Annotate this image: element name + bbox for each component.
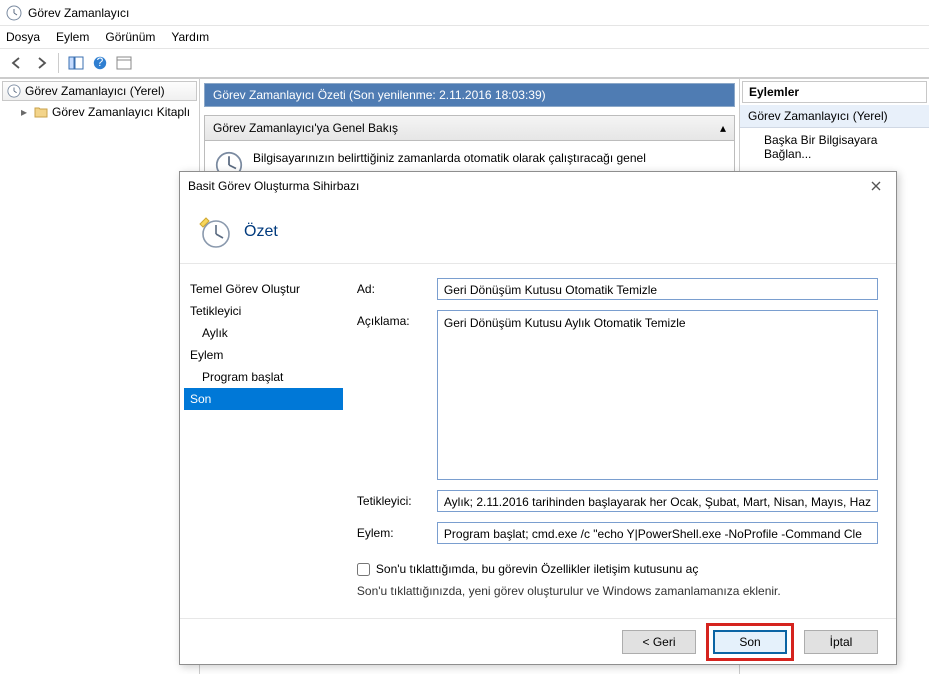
back-button[interactable] (6, 52, 28, 74)
svg-text:?: ? (97, 56, 104, 69)
wizard-header: Özet (180, 200, 896, 264)
tree-expand-icon[interactable]: ▸ (18, 105, 30, 119)
actions-section: Görev Zamanlayıcı (Yerel) (740, 105, 929, 128)
wizard-form: Ad: Geri Dönüşüm Kutusu Otomatik Temizle… (347, 264, 896, 618)
nav-action[interactable]: Eylem (184, 344, 343, 366)
toolbar-divider (58, 53, 59, 73)
cancel-button[interactable]: İptal (804, 630, 878, 654)
forward-button[interactable] (30, 52, 52, 74)
action-connect[interactable]: Başka Bir Bilgisayara Bağlan... (740, 128, 929, 166)
nav-create-task[interactable]: Temel Görev Oluştur (184, 278, 343, 300)
wizard-title: Basit Görev Oluşturma Sihirbazı (188, 179, 359, 193)
finish-highlight: Son (706, 623, 794, 661)
toolbar: ? (0, 48, 929, 78)
wizard-body: Temel Görev Oluştur Tetikleyici Aylık Ey… (180, 264, 896, 618)
label-name: Ad: (357, 278, 429, 296)
action-label: Başka Bir Bilgisayara Bağlan... (764, 133, 921, 161)
nav-finish[interactable]: Son (184, 388, 343, 410)
create-task-wizard: Basit Görev Oluşturma Sihirbazı Özet Tem… (179, 171, 897, 665)
folder-icon (34, 105, 48, 119)
trigger-field: Aylık; 2.11.2016 tarihinden başlayarak h… (437, 490, 878, 512)
open-properties-row: Son'u tıklattığımda, bu görevin Özellikl… (357, 562, 878, 576)
checkbox-label: Son'u tıklattığımda, bu görevin Özellikl… (376, 562, 698, 576)
properties-button[interactable] (113, 52, 135, 74)
wizard-titlebar: Basit Görev Oluşturma Sihirbazı (180, 172, 896, 200)
open-properties-checkbox[interactable] (357, 563, 370, 576)
row-trigger: Tetikleyici: Aylık; 2.11.2016 tarihinden… (357, 490, 878, 512)
wizard-buttons: < Geri Son İptal (180, 618, 896, 664)
action-field: Program başlat; cmd.exe /c "echo Y|Power… (437, 522, 878, 544)
menu-bar: Dosya Eylem Görünüm Yardım (0, 26, 929, 48)
back-button[interactable]: < Geri (622, 630, 696, 654)
label-action: Eylem: (357, 522, 429, 540)
wizard-nav: Temel Görev Oluştur Tetikleyici Aylık Ey… (180, 264, 347, 618)
menu-view[interactable]: Görünüm (105, 30, 155, 44)
tree-panel: Görev Zamanlayıcı (Yerel) ▸ Görev Zamanl… (0, 79, 200, 674)
wizard-heading: Özet (244, 223, 278, 241)
label-trigger: Tetikleyici: (357, 490, 429, 508)
tree-root[interactable]: Görev Zamanlayıcı (Yerel) (2, 81, 197, 101)
overview-text: Bilgisayarınızın belirttiğiniz zamanlard… (253, 151, 646, 165)
tree-root-label: Görev Zamanlayıcı (Yerel) (25, 84, 165, 98)
nav-trigger-monthly[interactable]: Aylık (184, 322, 343, 344)
help-button[interactable]: ? (89, 52, 111, 74)
close-button[interactable] (864, 177, 888, 195)
tree-item-library[interactable]: ▸ Görev Zamanlayıcı Kitaplı (0, 103, 199, 121)
show-hide-tree-button[interactable] (65, 52, 87, 74)
overview-title: Görev Zamanlayıcı'ya Genel Bakış (213, 121, 398, 135)
finish-note: Son'u tıklattığınızda, yeni görev oluştu… (357, 584, 878, 598)
app-clock-icon (6, 5, 22, 21)
menu-help[interactable]: Yardım (171, 30, 209, 44)
row-name: Ad: Geri Dönüşüm Kutusu Otomatik Temizle (357, 278, 878, 300)
summary-panel-title: Görev Zamanlayıcı Özeti (Son yenilenme: … (204, 83, 735, 107)
row-description: Açıklama: Geri Dönüşüm Kutusu Aylık Otom… (357, 310, 878, 480)
actions-header: Eylemler (742, 81, 927, 103)
clock-icon (7, 84, 21, 98)
finish-button[interactable]: Son (713, 630, 787, 654)
close-icon (871, 181, 881, 191)
description-field[interactable]: Geri Dönüşüm Kutusu Aylık Otomatik Temiz… (437, 310, 878, 480)
tree-item-label: Görev Zamanlayıcı Kitaplı (52, 105, 190, 119)
overview-header[interactable]: Görev Zamanlayıcı'ya Genel Bakış ▴ (205, 116, 734, 141)
label-description: Açıklama: (357, 310, 429, 328)
name-field[interactable]: Geri Dönüşüm Kutusu Otomatik Temizle (437, 278, 878, 300)
nav-trigger[interactable]: Tetikleyici (184, 300, 343, 322)
window-title: Görev Zamanlayıcı (28, 6, 129, 20)
nav-action-start-program[interactable]: Program başlat (184, 366, 343, 388)
collapse-icon[interactable]: ▴ (720, 121, 726, 135)
menu-file[interactable]: Dosya (6, 30, 40, 44)
wizard-header-icon (196, 214, 232, 250)
title-bar: Görev Zamanlayıcı (0, 0, 929, 26)
menu-action[interactable]: Eylem (56, 30, 89, 44)
row-action: Eylem: Program başlat; cmd.exe /c "echo … (357, 522, 878, 544)
